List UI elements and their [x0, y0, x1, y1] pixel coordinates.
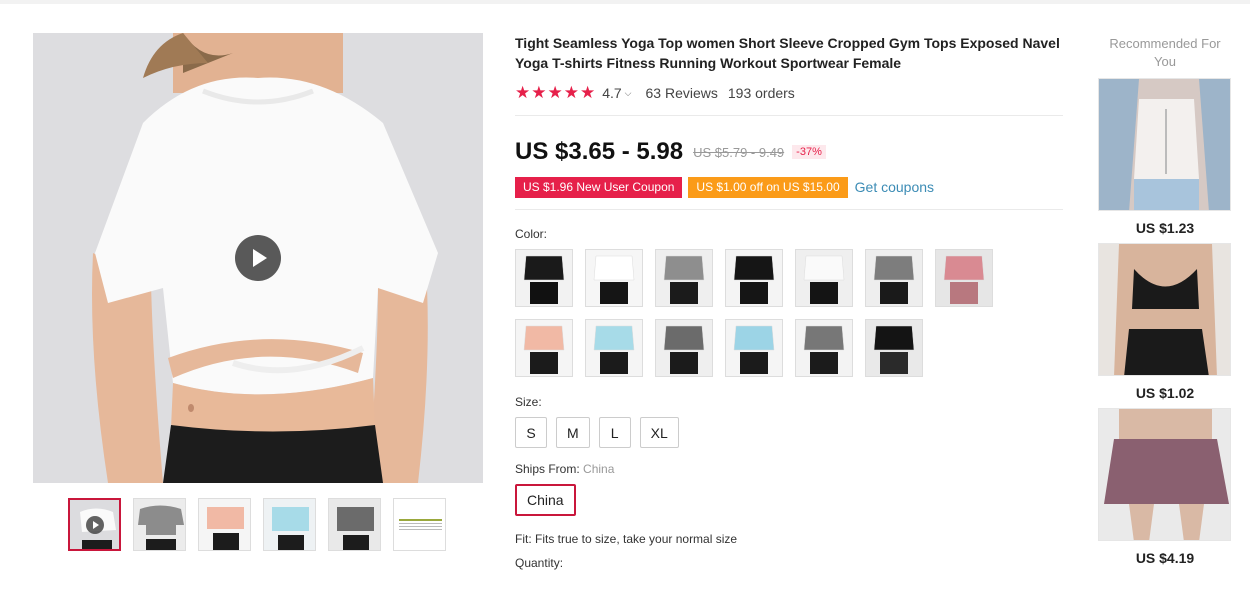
ships-from-label: Ships From: China [515, 462, 1065, 476]
thumbnail-dark-grey[interactable] [328, 498, 381, 551]
original-price: US $5.79 - 9.49 [693, 144, 785, 160]
size-option-s[interactable]: S [515, 417, 547, 448]
color-swatch-peach-long-sleeve[interactable] [515, 319, 573, 377]
top-divider [0, 0, 1250, 4]
color-swatch-sky-blue-short-sleeve[interactable] [725, 319, 783, 377]
color-swatch-pink-short-sleeve[interactable] [935, 249, 993, 307]
size-options: S M L XL [515, 417, 1065, 448]
ships-from-text: Ships From: [515, 462, 580, 476]
color-swatch-white-short-sleeve[interactable] [585, 249, 643, 307]
recommended-item-image[interactable] [1098, 408, 1231, 541]
size-option-m[interactable]: M [556, 417, 590, 448]
play-icon [86, 516, 104, 534]
orders-count: 193 orders [727, 85, 795, 101]
rating-value[interactable]: 4.7 [602, 85, 621, 101]
discount-badge: -37% [792, 145, 826, 159]
thumbnail-video[interactable] [68, 498, 121, 551]
play-video-button[interactable] [235, 235, 281, 281]
thumbnail-grey[interactable] [133, 498, 186, 551]
thumbnail-size-chart[interactable] [393, 498, 446, 551]
color-swatch-white-long-sleeve[interactable] [795, 249, 853, 307]
ships-from-selected: China [583, 462, 615, 476]
recommended-item[interactable]: US $1.02 [1098, 243, 1232, 401]
rating-row: ★★★★★ 4.7 ⌵ 63 Reviews 193 orders [515, 83, 1065, 103]
color-swatch-dark-grey-long-sleeve[interactable] [655, 319, 713, 377]
color-swatch-black-short-sleeve[interactable] [515, 249, 573, 307]
color-options [515, 249, 1065, 377]
product-title: Tight Seamless Yoga Top women Short Slee… [515, 35, 1060, 71]
recommended-panel: Recommended For You US $1.23 US $1.02 US… [1098, 35, 1232, 566]
product-info: Tight Seamless Yoga Top women Short Slee… [515, 33, 1065, 570]
star-rating-icon: ★★★★★ [515, 83, 597, 102]
thumbnail-strip [68, 498, 446, 551]
recommended-item-price: US $4.19 [1135, 550, 1195, 566]
recommended-item-price: US $1.02 [1135, 385, 1195, 401]
chevron-down-icon[interactable]: ⌵ [625, 88, 632, 99]
current-price: US $3.65 - 5.98 [515, 138, 684, 165]
color-swatch-grey-long-sleeve[interactable] [865, 249, 923, 307]
recommended-item-image[interactable] [1098, 243, 1231, 376]
color-swatch-grey-short-sleeve[interactable] [655, 249, 713, 307]
get-coupons-link[interactable]: Get coupons [855, 179, 934, 195]
color-swatch-black-tank-top[interactable] [865, 319, 923, 377]
recommended-item[interactable]: US $1.23 [1098, 78, 1232, 236]
size-option-l[interactable]: L [598, 417, 631, 448]
recommended-item[interactable]: US $4.19 [1098, 408, 1232, 566]
main-product-image[interactable] [33, 33, 483, 483]
size-label: Size: [515, 395, 542, 409]
fit-note: Fit: Fits true to size, take your normal… [515, 532, 738, 546]
color-swatch-black-long-sleeve[interactable] [725, 249, 783, 307]
recommended-item-image[interactable] [1098, 78, 1231, 211]
color-label: Color: [515, 227, 548, 241]
color-swatch-grey-short-sleeve-2[interactable] [795, 319, 853, 377]
thumbnail-blue[interactable] [263, 498, 316, 551]
new-user-coupon[interactable]: US $1.96 New User Coupon [515, 176, 683, 198]
divider [515, 115, 1063, 116]
store-coupon[interactable]: US $1.00 off on US $15.00 [688, 176, 848, 198]
reviews-link[interactable]: 63 Reviews [646, 85, 718, 101]
price-row: US $3.65 - 5.98 US $5.79 - 9.49 -37% [515, 138, 1065, 166]
coupon-row: US $1.96 New User Coupon US $1.00 off on… [515, 176, 1065, 198]
size-option-xl[interactable]: XL [639, 417, 679, 448]
ships-from-china-option[interactable]: China [515, 484, 576, 516]
color-swatch-sky-blue-long-sleeve[interactable] [585, 319, 643, 377]
thumbnail-peach[interactable] [198, 498, 251, 551]
recommended-item-price: US $1.23 [1135, 220, 1195, 236]
recommended-title: Recommended For You [1109, 36, 1221, 69]
divider [515, 209, 1063, 210]
quantity-label: Quantity: [515, 556, 564, 570]
